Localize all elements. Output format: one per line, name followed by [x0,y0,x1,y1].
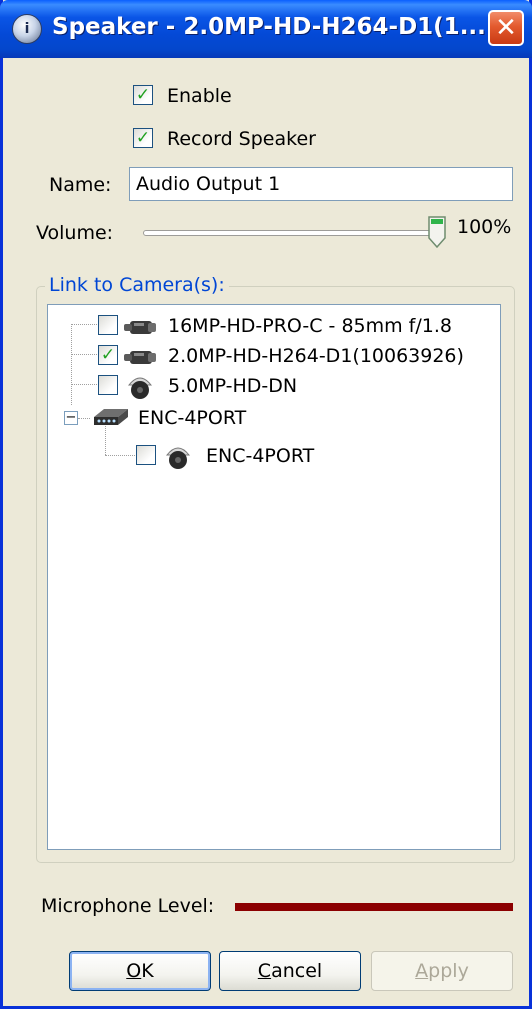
camera-checkbox[interactable] [98,375,118,395]
camera-label: ENC-4PORT [206,445,315,467]
box-camera-icon [124,321,156,334]
apply-accel: A [415,960,429,982]
encoder-label: ENC-4PORT [138,407,247,429]
camera-label: 5.0MP-HD-DN [168,375,298,397]
encoder-item[interactable]: − ENC-4PORT [48,401,500,431]
camera-label: 16MP-HD-PRO-C - 85mm f/1.8 [168,315,452,337]
name-label: Name: [49,174,112,196]
encoder-icon [94,409,128,425]
camera-checkbox[interactable]: ✓ [98,345,118,365]
record-speaker-label: Record Speaker [167,128,316,150]
volume-slider-track[interactable] [143,230,435,236]
camera-checkbox[interactable] [136,445,156,465]
speaker-dialog: i Speaker - 2.0MP-HD-H264-D1(1... ✕ ✓ En… [0,0,532,1009]
volume-label: Volume: [36,222,114,244]
camera-label: 2.0MP-HD-H264-D1(10063926) [168,345,464,367]
camera-tree[interactable]: 16MP-HD-PRO-C - 85mm f/1.8 ✓ 2.0MP-HD-H2… [47,304,501,850]
close-button[interactable]: ✕ [488,10,524,46]
dome-camera-icon [127,377,153,399]
window-title: Speaker - 2.0MP-HD-H264-D1(1... [52,14,486,40]
camera-item[interactable]: ✓ 2.0MP-HD-H264-D1(10063926) [48,339,500,369]
cancel-button[interactable]: Cancel [219,951,361,991]
title-bar[interactable]: i Speaker - 2.0MP-HD-H264-D1(1... ✕ [0,0,532,58]
tree-line [78,418,90,419]
volume-slider-thumb[interactable] [427,216,447,248]
camera-item[interactable]: ENC-4PORT [48,441,500,471]
volume-value: 100% [457,216,512,238]
microphone-level-label: Microphone Level: [41,895,215,917]
enable-checkbox[interactable]: ✓ [133,85,153,105]
record-speaker-checkbox[interactable]: ✓ [133,128,153,148]
apply-label: pply [428,960,469,982]
collapse-toggle[interactable]: − [64,411,78,425]
ok-label: K [141,960,154,982]
microphone-level-meter [235,903,513,911]
ok-button[interactable]: OK [69,951,211,991]
enable-label: Enable [167,85,232,107]
link-to-cameras-title: Link to Camera(s): [45,274,229,296]
dome-camera-icon [165,447,191,469]
cancel-label: ancel [271,960,323,982]
ok-accel: O [126,960,142,982]
speaker-app-icon: i [12,14,42,44]
box-camera-icon [124,351,156,364]
camera-item[interactable]: 16MP-HD-PRO-C - 85mm f/1.8 [48,309,500,339]
camera-item[interactable]: 5.0MP-HD-DN [48,369,500,399]
cancel-accel: C [257,960,272,982]
camera-checkbox[interactable] [98,315,118,335]
apply-button: Apply [371,951,513,991]
name-input[interactable]: Audio Output 1 [129,167,513,201]
